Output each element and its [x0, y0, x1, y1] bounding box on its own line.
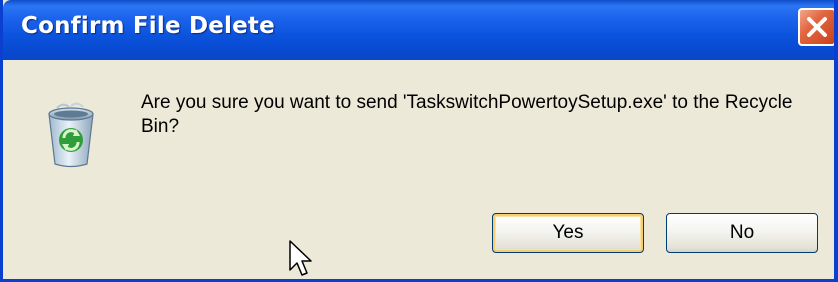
confirm-message: Are you sure you want to send 'Taskswitc…: [141, 92, 793, 137]
dialog-title: Confirm File Delete: [21, 13, 275, 39]
close-button[interactable]: [798, 8, 834, 46]
title-bar[interactable]: Confirm File Delete: [3, 0, 834, 60]
confirm-delete-dialog: Confirm File Delete Are you sure you wan…: [0, 0, 838, 282]
no-button[interactable]: No: [666, 213, 818, 253]
close-icon: [807, 17, 827, 37]
mouse-cursor-icon: [288, 240, 314, 278]
yes-button[interactable]: Yes: [492, 213, 644, 253]
recycle-bin-icon: [41, 100, 101, 170]
dialog-body: Are you sure you want to send 'Taskswitc…: [3, 60, 834, 279]
